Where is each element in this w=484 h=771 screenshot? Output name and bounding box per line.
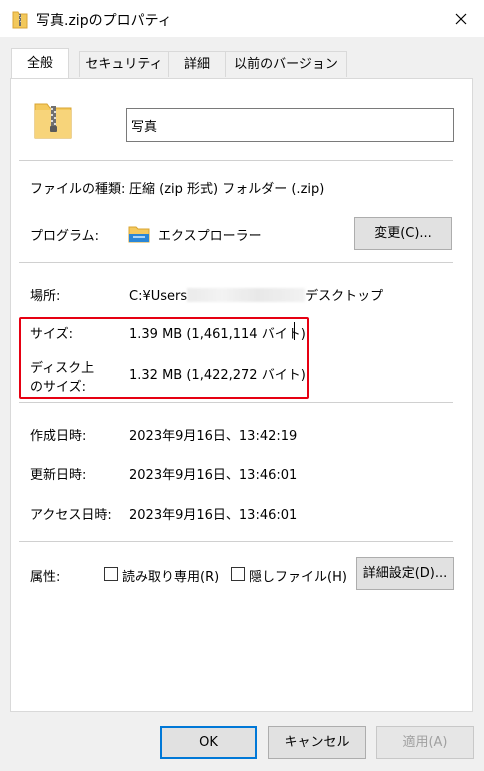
accessed-value: 2023年9月16日、13:46:01 [129,508,298,523]
location-prefix: C:¥Users [129,289,188,304]
separator [19,541,453,542]
disk-size-label-line2: のサイズ: [30,380,86,395]
redacted-username [187,288,306,302]
tab-previous-versions[interactable]: 以前のバージョン [225,51,347,77]
apply-button[interactable]: 適用(A) [376,726,474,759]
program-value: エクスプローラー [158,229,262,244]
zip-folder-icon [34,103,72,139]
modified-label: 更新日時: [30,468,87,483]
change-button[interactable]: 変更(C)... [354,217,452,250]
title-bar: 写真.zipのプロパティ [0,0,484,37]
disk-size-value: 1.32 MB (1,422,272 バイト) [129,368,306,383]
ok-button[interactable]: OK [160,726,257,759]
hidden-label[interactable]: 隠しファイル(H) [249,566,347,585]
location-suffix: デスクトップ [305,289,384,304]
advanced-button[interactable]: 詳細設定(D)... [356,557,454,590]
location-label: 場所: [30,289,61,304]
disk-size-label-line1: ディスク上 [30,361,95,376]
file-name-input[interactable]: 写真 [126,108,454,142]
cancel-button[interactable]: キャンセル [268,726,366,759]
separator [19,262,453,263]
attributes-label: 属性: [30,570,61,585]
file-type-label: ファイルの種類: [30,182,126,197]
location-value: C:¥Users デスクトップ [129,285,383,304]
program-label: プログラム: [30,229,99,244]
created-value: 2023年9月16日、13:42:19 [129,429,298,444]
tab-details[interactable]: 詳細 [168,51,226,77]
readonly-checkbox[interactable] [104,567,118,581]
modified-value: 2023年9月16日、13:46:01 [129,468,298,483]
size-label: サイズ: [30,327,73,342]
close-button[interactable] [438,0,484,37]
text-cursor [294,322,295,340]
separator [19,160,453,161]
hidden-checkbox[interactable] [231,567,245,581]
readonly-label[interactable]: 読み取り専用(R) [122,566,219,585]
zip-folder-icon [12,11,28,29]
close-icon [455,13,467,24]
size-value: 1.39 MB (1,461,114 バイト) [129,327,306,342]
separator [19,402,453,403]
tab-general[interactable]: 全般 [11,48,69,78]
accessed-label: アクセス日時: [30,508,112,523]
file-type-value: 圧縮 (zip 形式) フォルダー (.zip) [129,182,325,197]
tab-security[interactable]: セキュリティ [79,51,169,77]
created-label: 作成日時: [30,429,87,444]
window-title: 写真.zipのプロパティ [36,13,172,29]
file-explorer-icon [128,226,150,243]
